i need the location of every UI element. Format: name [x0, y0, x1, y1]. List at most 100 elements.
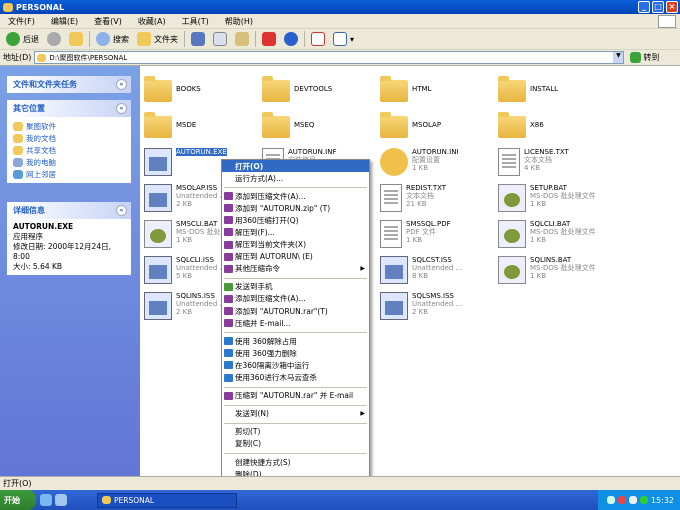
expand-icon[interactable]: »: [116, 79, 127, 90]
context-menu-item[interactable]: 发送到手机: [222, 281, 369, 293]
file-item[interactable]: SQLCLI.BAT MS-DOS 批处理文件 1 KB: [498, 220, 613, 256]
place-link-jutu[interactable]: 聚图软件: [13, 120, 125, 132]
context-menu-item[interactable]: 添加到 "AUTORUN.zip" (T): [222, 202, 369, 214]
copy-button[interactable]: [209, 30, 231, 49]
batch-file-icon: [498, 256, 526, 284]
place-link-my-computer[interactable]: 我的电脑: [13, 156, 125, 168]
menu-file[interactable]: 文件(F): [0, 16, 43, 27]
place-link-my-documents[interactable]: 我的文档: [13, 132, 125, 144]
file-item[interactable]: BOOKS: [144, 76, 259, 112]
file-meta: 2 KB: [176, 308, 193, 316]
context-menu-item[interactable]: 添加到压缩文件(A)...: [222, 190, 369, 202]
file-item[interactable]: MSDE: [144, 112, 259, 148]
context-menu-item[interactable]: 添加到压缩文件(A)...: [222, 293, 369, 305]
close-button[interactable]: ×: [666, 1, 678, 13]
clock[interactable]: 15:32: [651, 496, 674, 505]
address-label: 地址(D): [3, 53, 32, 62]
volume-tray-icon[interactable]: [628, 496, 637, 504]
detail-modified: 修改日期: 2000年12月24日, 8:00: [13, 242, 111, 261]
quicklaunch-desktop-icon[interactable]: [55, 494, 67, 506]
context-menu-item[interactable]: 使用 360解除占用: [222, 335, 369, 347]
context-menu-item[interactable]: 剪切(T): [222, 426, 369, 438]
other-places-header[interactable]: 其它位置 «: [7, 100, 131, 117]
file-item[interactable]: LICENSE.TXT 文本文档 4 KB: [498, 148, 613, 184]
properties-button[interactable]: [307, 30, 329, 49]
setup-file-icon: [380, 256, 408, 284]
taskbar-window-button[interactable]: PERSONAL: [97, 492, 237, 508]
maximize-button[interactable]: □: [652, 1, 664, 13]
context-menu-item[interactable]: 复制(C): [222, 438, 369, 450]
views-icon: [333, 32, 347, 46]
cut-button[interactable]: [187, 30, 209, 49]
file-item[interactable]: DEVTOOLS: [262, 76, 377, 112]
context-menu-item[interactable]: 其他压缩命令 ▶: [222, 263, 369, 275]
file-item[interactable]: SQLCST.ISS Unattended ... 8 KB: [380, 256, 495, 292]
forward-button[interactable]: [43, 30, 65, 49]
context-menu-item[interactable]: 运行方式(A)...: [222, 172, 369, 184]
context-menu-item[interactable]: 发送到(N) ▶: [222, 408, 369, 420]
context-menu-item[interactable]: 用360压缩打开(Q): [222, 214, 369, 226]
context-menu-item[interactable]: 解压到 AUTORUN\ (E): [222, 251, 369, 263]
up-button[interactable]: [65, 30, 87, 49]
context-menu-label: 其他压缩命令: [235, 264, 280, 274]
search-button[interactable]: 搜索: [92, 30, 133, 49]
undo-button[interactable]: [280, 30, 302, 49]
collapse-icon[interactable]: «: [116, 205, 127, 216]
file-item[interactable]: AUTORUN.INI 配置设置 1 KB: [380, 148, 495, 184]
file-item[interactable]: INSTALL: [498, 76, 613, 112]
file-item[interactable]: SQLINS.BAT MS-DOS 批处理文件 1 KB: [498, 256, 613, 292]
menu-favorites[interactable]: 收藏(A): [130, 16, 174, 27]
chevron-down-icon[interactable]: ▼: [613, 52, 624, 63]
context-menu-item[interactable]: 打开(O): [222, 160, 369, 173]
place-link-network[interactable]: 网上邻居: [13, 168, 125, 180]
back-button[interactable]: 后退: [2, 30, 43, 49]
place-link-shared-documents[interactable]: 共享文档: [13, 144, 125, 156]
minimize-button[interactable]: _: [638, 1, 650, 13]
tool-icon: [224, 373, 233, 382]
context-menu-item[interactable]: 压缩并 E-mail...: [222, 317, 369, 329]
file-label: AUTORUN.INI 配置设置 1 KB: [412, 148, 459, 172]
file-item[interactable]: SMSSQL.PDF PDF 文件 1 KB: [380, 220, 495, 256]
detail-type: 应用程序: [13, 232, 43, 241]
network-tray-icon[interactable]: [606, 496, 615, 504]
address-bar: 地址(D) D:\聚图软件\PERSONAL ▼ 转到: [0, 50, 680, 66]
context-menu-item[interactable]: 压缩到 "AUTORUN.rar" 并 E-mail: [222, 390, 369, 402]
file-item[interactable]: HTML: [380, 76, 495, 112]
context-menu-item[interactable]: 使用 360强力删除: [222, 347, 369, 359]
folder-icon: [13, 133, 23, 143]
menu-view[interactable]: 查看(V): [86, 16, 130, 27]
document-icon: [498, 148, 520, 176]
context-menu-item[interactable]: 使用360进行木马云查杀: [222, 372, 369, 384]
quicklaunch-ie-icon[interactable]: [40, 494, 52, 506]
file-item[interactable]: MSEQ: [262, 112, 377, 148]
file-item[interactable]: REDIST.TXT 文本文档 21 KB: [380, 184, 495, 220]
delete-button[interactable]: [258, 30, 280, 49]
app-tray-icon[interactable]: [639, 496, 648, 504]
file-item[interactable]: SQLSMS.ISS Unattended ... 2 KB: [380, 292, 495, 328]
submenu-arrow-icon: ▶: [360, 410, 365, 418]
file-item[interactable]: SETUP.BAT MS-DOS 批处理文件 1 KB: [498, 184, 613, 220]
file-item[interactable]: MSOLAP: [380, 112, 495, 148]
folder-icon: [3, 2, 13, 12]
menu-help[interactable]: 帮助(H): [217, 16, 261, 27]
context-menu-item[interactable]: 在360隔离沙箱中运行: [222, 359, 369, 371]
context-menu-item[interactable]: 创建快捷方式(S): [222, 456, 369, 468]
file-name: REDIST.TXT: [406, 184, 447, 192]
collapse-icon[interactable]: «: [116, 103, 127, 114]
shield-tray-icon[interactable]: [617, 496, 626, 504]
file-item[interactable]: X86: [498, 112, 613, 148]
context-menu-item[interactable]: 解压到(F)...: [222, 226, 369, 238]
address-input[interactable]: D:\聚图软件\PERSONAL ▼: [34, 51, 625, 64]
context-menu-item[interactable]: 添加到 "AUTORUN.rar"(T): [222, 305, 369, 317]
menu-edit[interactable]: 编辑(E): [43, 16, 86, 27]
context-menu-label: 解压到当前文件夹(X): [235, 240, 306, 250]
context-menu-item[interactable]: 解压到当前文件夹(X): [222, 239, 369, 251]
paste-button[interactable]: [231, 30, 253, 49]
start-button[interactable]: 开始: [0, 490, 36, 510]
details-header[interactable]: 详细信息 «: [7, 202, 131, 219]
folders-button[interactable]: 文件夹: [133, 30, 182, 49]
tasks-header[interactable]: 文件和文件夹任务 »: [7, 76, 131, 93]
views-button[interactable]: ▾: [329, 30, 358, 49]
go-button[interactable]: 转到: [624, 52, 659, 63]
menu-tools[interactable]: 工具(T): [174, 16, 217, 27]
